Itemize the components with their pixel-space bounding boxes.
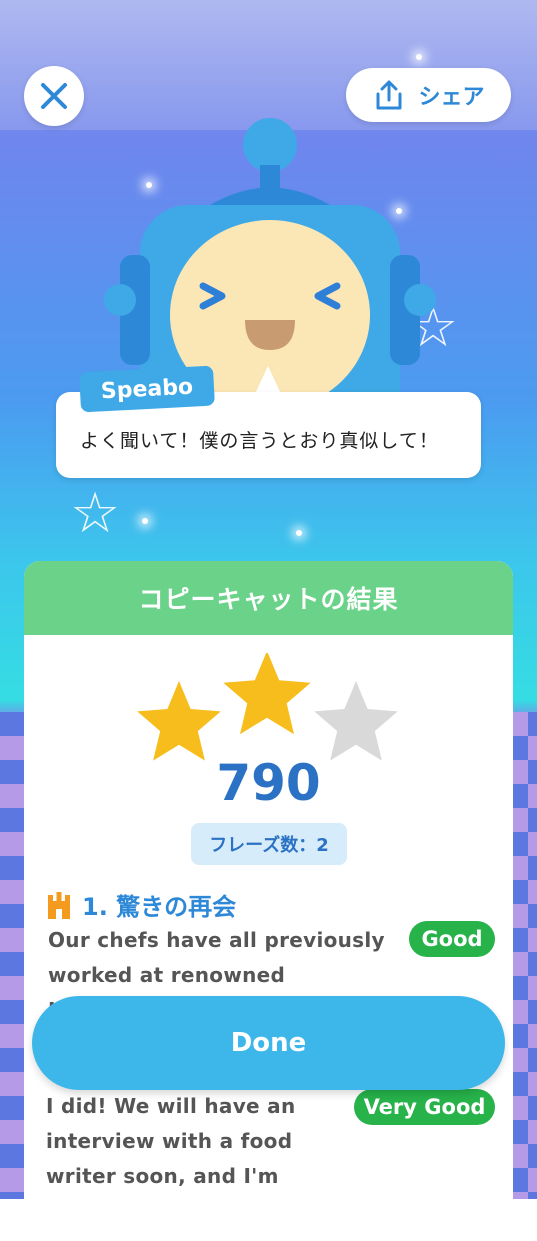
empty-star-icon (314, 681, 398, 761)
phrase-count-text: フレーズ数：2 (209, 835, 329, 856)
speech-text: よく聞いて！僕の言うとおり真似して！ (80, 429, 439, 452)
result-card-header: コピーキャットの結果 (24, 561, 513, 635)
phrase-item-title[interactable]: 1. 驚きの再会 (46, 887, 236, 922)
character-name: Speabo (100, 374, 194, 404)
sparkle (296, 530, 302, 536)
outline-star-icon: ☆ (70, 481, 121, 546)
share-label: シェア (418, 85, 485, 110)
score-value: 790 (216, 754, 321, 812)
done-label: Done (230, 1028, 307, 1058)
result-title: コピーキャットの結果 (138, 585, 399, 614)
character-name-tag: Speabo (79, 365, 215, 413)
filled-star-icon (223, 653, 311, 735)
phrase-count-badge: フレーズ数：2 (191, 823, 347, 865)
phrase-item-title-text: 1. 驚きの再会 (82, 893, 237, 921)
result-card: コピーキャットの結果 790 フレーズ数：2 1. 驚きの再会 Our chef… (24, 561, 513, 1241)
phrase-item-text: I did! We will have an interview with a … (46, 1094, 296, 1188)
sparkle (142, 518, 148, 524)
castle-icon (48, 891, 70, 919)
filled-star-icon (137, 681, 221, 761)
close-icon (41, 83, 67, 109)
rating-badge: Very Good (354, 1089, 495, 1125)
done-button[interactable]: Done (32, 996, 505, 1090)
sparkle (416, 54, 422, 60)
close-button[interactable] (24, 66, 84, 126)
rating-badge: Good (409, 921, 495, 957)
share-icon (376, 80, 402, 110)
